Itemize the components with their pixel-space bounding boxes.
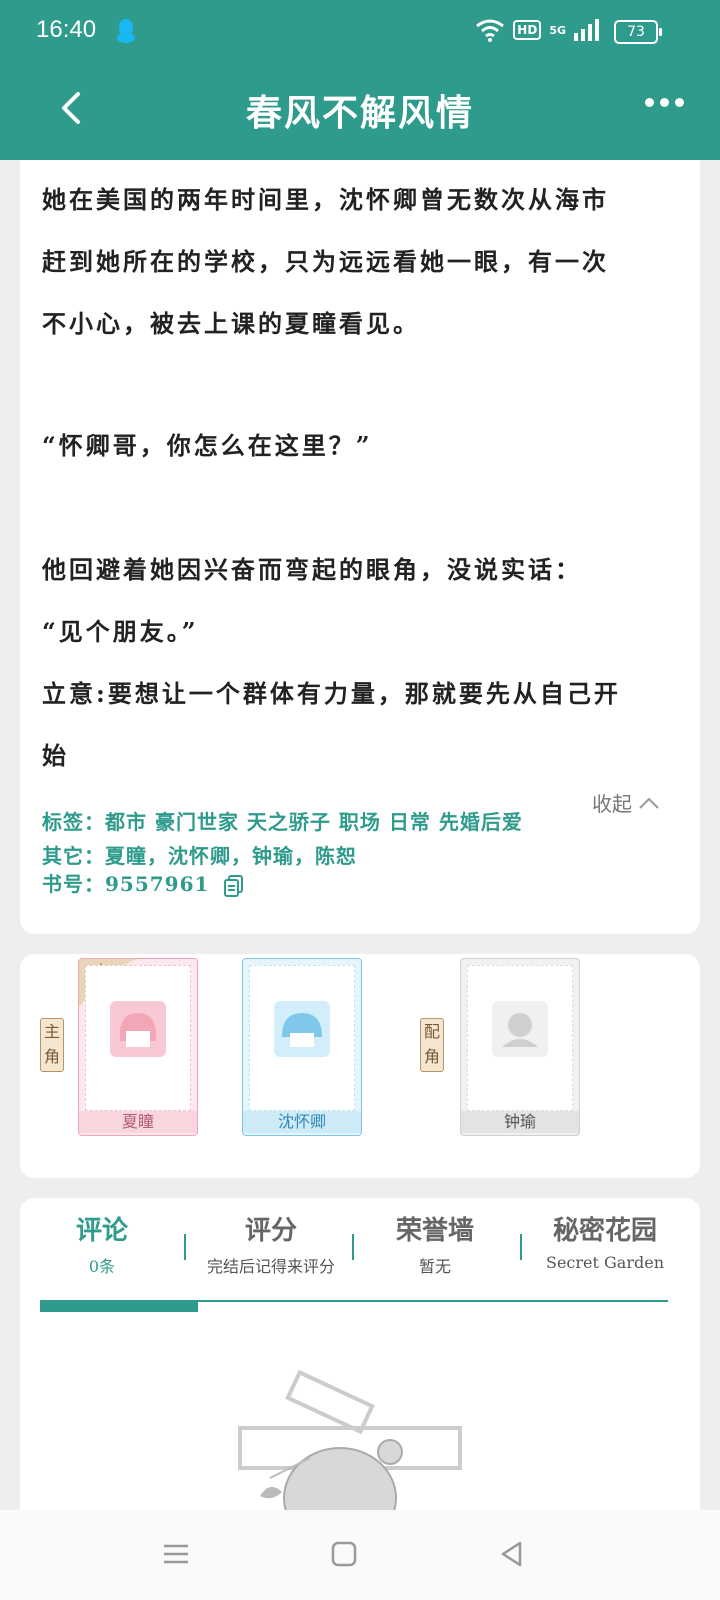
intro-line: “怀卿哥，你怎么在这里？” [42, 431, 373, 460]
tab-sub: Secret Garden [545, 1253, 664, 1272]
others-line: 其它：夏瞳，沈怀卿，钟瑜，陈恕 [42, 844, 357, 868]
character-card-xiatong[interactable]: 夏瞳 [78, 958, 198, 1136]
book-id-line: 书号：9557961 [42, 868, 245, 898]
character-name: 夏瞳 [79, 1111, 197, 1133]
character-name: 钟瑜 [461, 1111, 579, 1133]
intro-line: 始 [42, 741, 69, 770]
tab-label: 荣誉墙 [395, 1216, 474, 1246]
intro-line: 立意:要想让一个群体有力量，那就要先从自己开 [42, 679, 621, 708]
collapse-label: 收起 [592, 792, 632, 816]
intro-line: “见个朋友。” [42, 617, 199, 646]
character-card-shenhuaiqing[interactable]: 沈怀卿 [242, 958, 362, 1136]
app-header: 春风不解风情 [0, 62, 720, 160]
battery-indicator: 73 [614, 20, 662, 44]
system-nav-bar [0, 1510, 720, 1600]
character-name: 沈怀卿 [243, 1111, 361, 1133]
tab-rating[interactable]: 评分 完结后记得来评分 [186, 1210, 356, 1277]
intro-line: 赶到她所在的学校，只为远远看她一眼，有一次 [42, 247, 609, 276]
network-type: 5G [549, 23, 566, 37]
intro-line: 她在美国的两年时间里，沈怀卿曾无数次从海市 [42, 185, 609, 214]
hd-badge: HD [513, 20, 542, 40]
home-square-icon[interactable] [328, 1538, 360, 1570]
more-options-icon[interactable] [645, 98, 684, 107]
qq-notification-icon [117, 19, 135, 43]
status-time: 16:40 [36, 16, 97, 43]
menu-icon[interactable] [160, 1538, 192, 1570]
main-role-label: 主角 [40, 1018, 64, 1072]
book-id: 书号：9557961 [42, 872, 210, 896]
intro-line: 不小心，被去上课的夏瞳看见。 [42, 309, 420, 338]
copy-icon[interactable] [223, 874, 245, 898]
comments-card: 评论 0条 评分 完结后记得来评分 荣誉墙 暂无 秘密花园 Secret Gar… [20, 1198, 700, 1528]
neutral-avatar-icon [492, 1001, 548, 1057]
back-triangle-icon[interactable] [496, 1538, 528, 1570]
page-title: 春风不解风情 [245, 92, 474, 134]
book-intro-card: 她在美国的两年时间里，沈怀卿曾无数次从海市 赶到她所在的学校，只为远远看她一眼，… [20, 160, 700, 934]
characters-card: 主角 夏瞳 沈怀卿 配角 钟瑜 [20, 954, 700, 1178]
tab-label: 秘密花园 [552, 1216, 657, 1246]
status-bar: 16:40 HD 5G 73 [0, 0, 720, 62]
tab-active-indicator [40, 1300, 198, 1312]
tab-label: 评论 [75, 1216, 128, 1246]
collapse-button[interactable]: 收起 [592, 788, 660, 817]
tab-comments[interactable]: 评论 0条 [40, 1210, 164, 1277]
chevron-up-icon [639, 797, 659, 809]
intro-line: 他回避着她因兴奋而弯起的眼角，没说实话： [42, 555, 582, 584]
tab-honor-wall[interactable]: 荣誉墙 暂无 [360, 1210, 510, 1277]
tags-line[interactable]: 标签：都市 豪门世家 天之骄子 职场 日常 先婚后爱 [42, 806, 523, 835]
female-avatar-icon [110, 1001, 166, 1057]
signal-icon [574, 19, 599, 41]
tab-secret-garden[interactable]: 秘密花园 Secret Garden [530, 1210, 680, 1272]
support-role-label: 配角 [420, 1018, 444, 1072]
male-avatar-icon [274, 1001, 330, 1057]
tab-sub: 0条 [88, 1257, 116, 1276]
tab-label: 评分 [244, 1216, 297, 1246]
empty-comments-illustration [238, 1369, 462, 1528]
tab-sub: 完结后记得来评分 [206, 1257, 335, 1276]
wifi-icon [476, 19, 505, 42]
character-card-zhongyu[interactable]: 钟瑜 [460, 958, 580, 1136]
tab-sub: 暂无 [418, 1257, 451, 1276]
